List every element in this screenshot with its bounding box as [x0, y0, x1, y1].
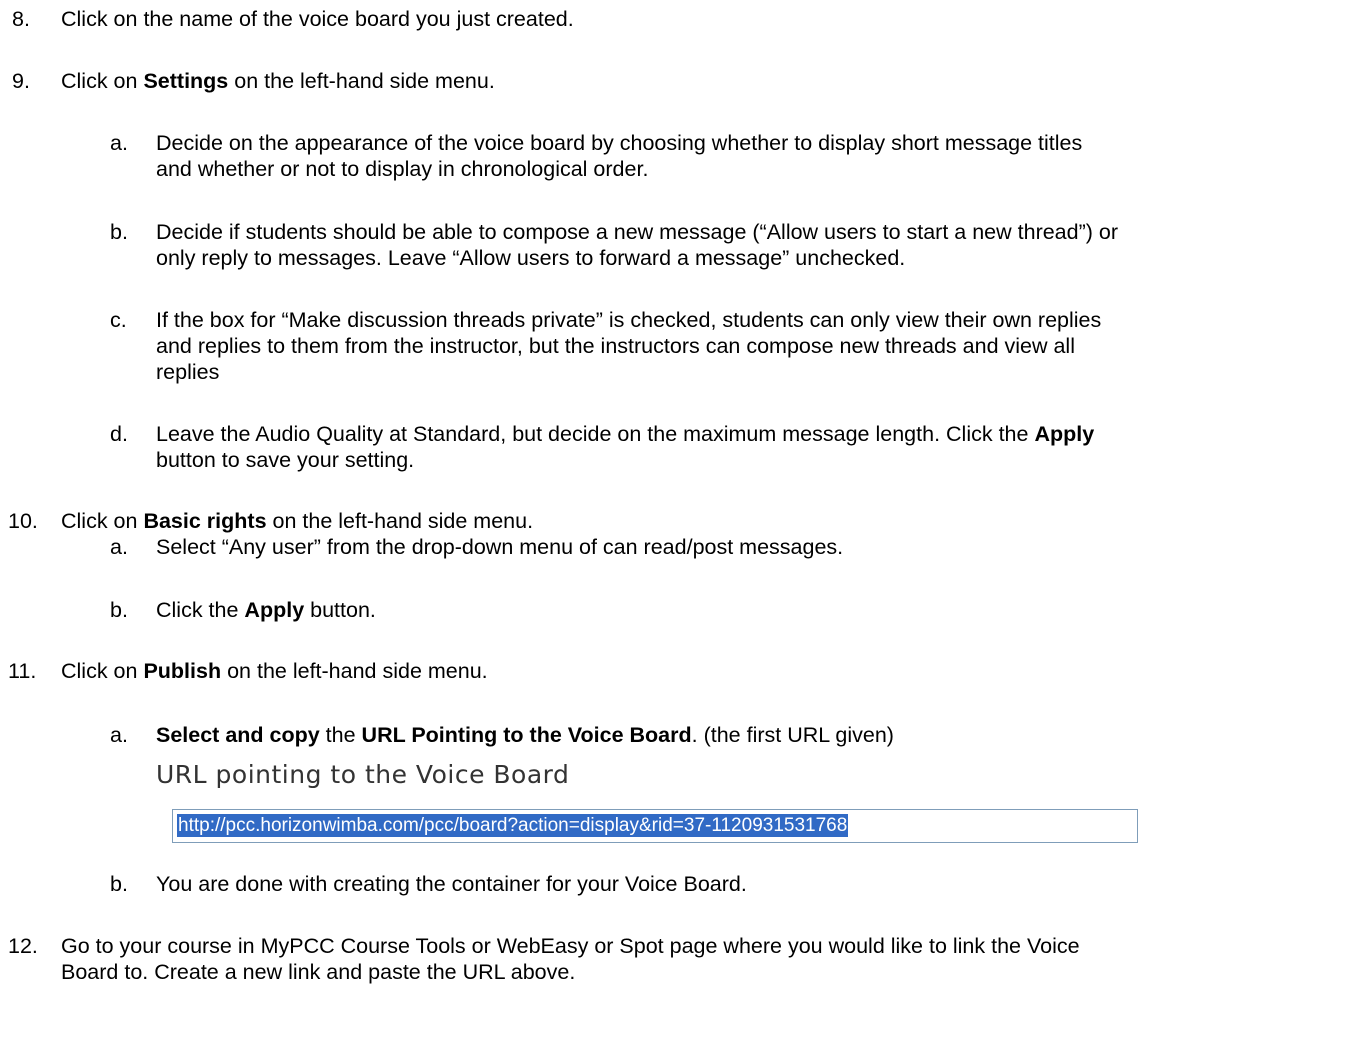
step-number: 12. [8, 934, 38, 958]
substep-label: b. [110, 872, 128, 896]
substep-9c-line1: If the box for “Make discussion threads … [156, 308, 1102, 332]
voice-board-url-selected-text[interactable]: http://pcc.horizonwimba.com/pcc/board?ac… [177, 814, 849, 837]
step-9-text: Click on Settings on the left-hand side … [61, 69, 495, 93]
substep-10b-text: Click the Apply button. [156, 598, 376, 622]
step-12-line1: Go to your course in MyPCC Course Tools … [61, 934, 1080, 958]
substep-9b-line2: only reply to messages. Leave “Allow use… [156, 246, 906, 270]
step-number: 9. [12, 69, 30, 93]
step-12-line2: Board to. Create a new link and paste th… [61, 960, 576, 984]
substep-11b-text: You are done with creating the container… [156, 872, 747, 896]
substep-label: a. [110, 131, 128, 155]
step-8-text: Click on the name of the voice board you… [61, 7, 574, 31]
substep-label: b. [110, 598, 128, 622]
substep-label: a. [110, 723, 128, 747]
url-pointing-heading: URL pointing to the Voice Board [156, 760, 570, 789]
step-number: 11. [8, 659, 37, 683]
substep-9a-line1: Decide on the appearance of the voice bo… [156, 131, 1083, 155]
substep-10a-text: Select “Any user” from the drop-down men… [156, 535, 844, 559]
substep-label: a. [110, 535, 128, 559]
substep-9c-line2: and replies to them from the instructor,… [156, 334, 1075, 358]
voice-board-url-field[interactable]: http://pcc.horizonwimba.com/pcc/board?ac… [172, 809, 1138, 843]
step-number: 8. [12, 7, 30, 31]
substep-9d-line2: button to save your setting. [156, 448, 415, 472]
substep-9c-line3: replies [156, 360, 220, 384]
step-10-text: Click on Basic rights on the left-hand s… [61, 509, 534, 533]
substep-9a-line2: and whether or not to display in chronol… [156, 157, 649, 181]
substep-label: d. [110, 422, 128, 446]
step-11-text: Click on Publish on the left-hand side m… [61, 659, 488, 683]
step-number: 10. [8, 509, 38, 533]
substep-11a-text: Select and copy the URL Pointing to the … [156, 723, 894, 747]
substep-9d-line1: Leave the Audio Quality at Standard, but… [156, 422, 1095, 446]
substep-label: c. [110, 308, 127, 332]
substep-label: b. [110, 220, 128, 244]
substep-9b-line1: Decide if students should be able to com… [156, 220, 1119, 244]
